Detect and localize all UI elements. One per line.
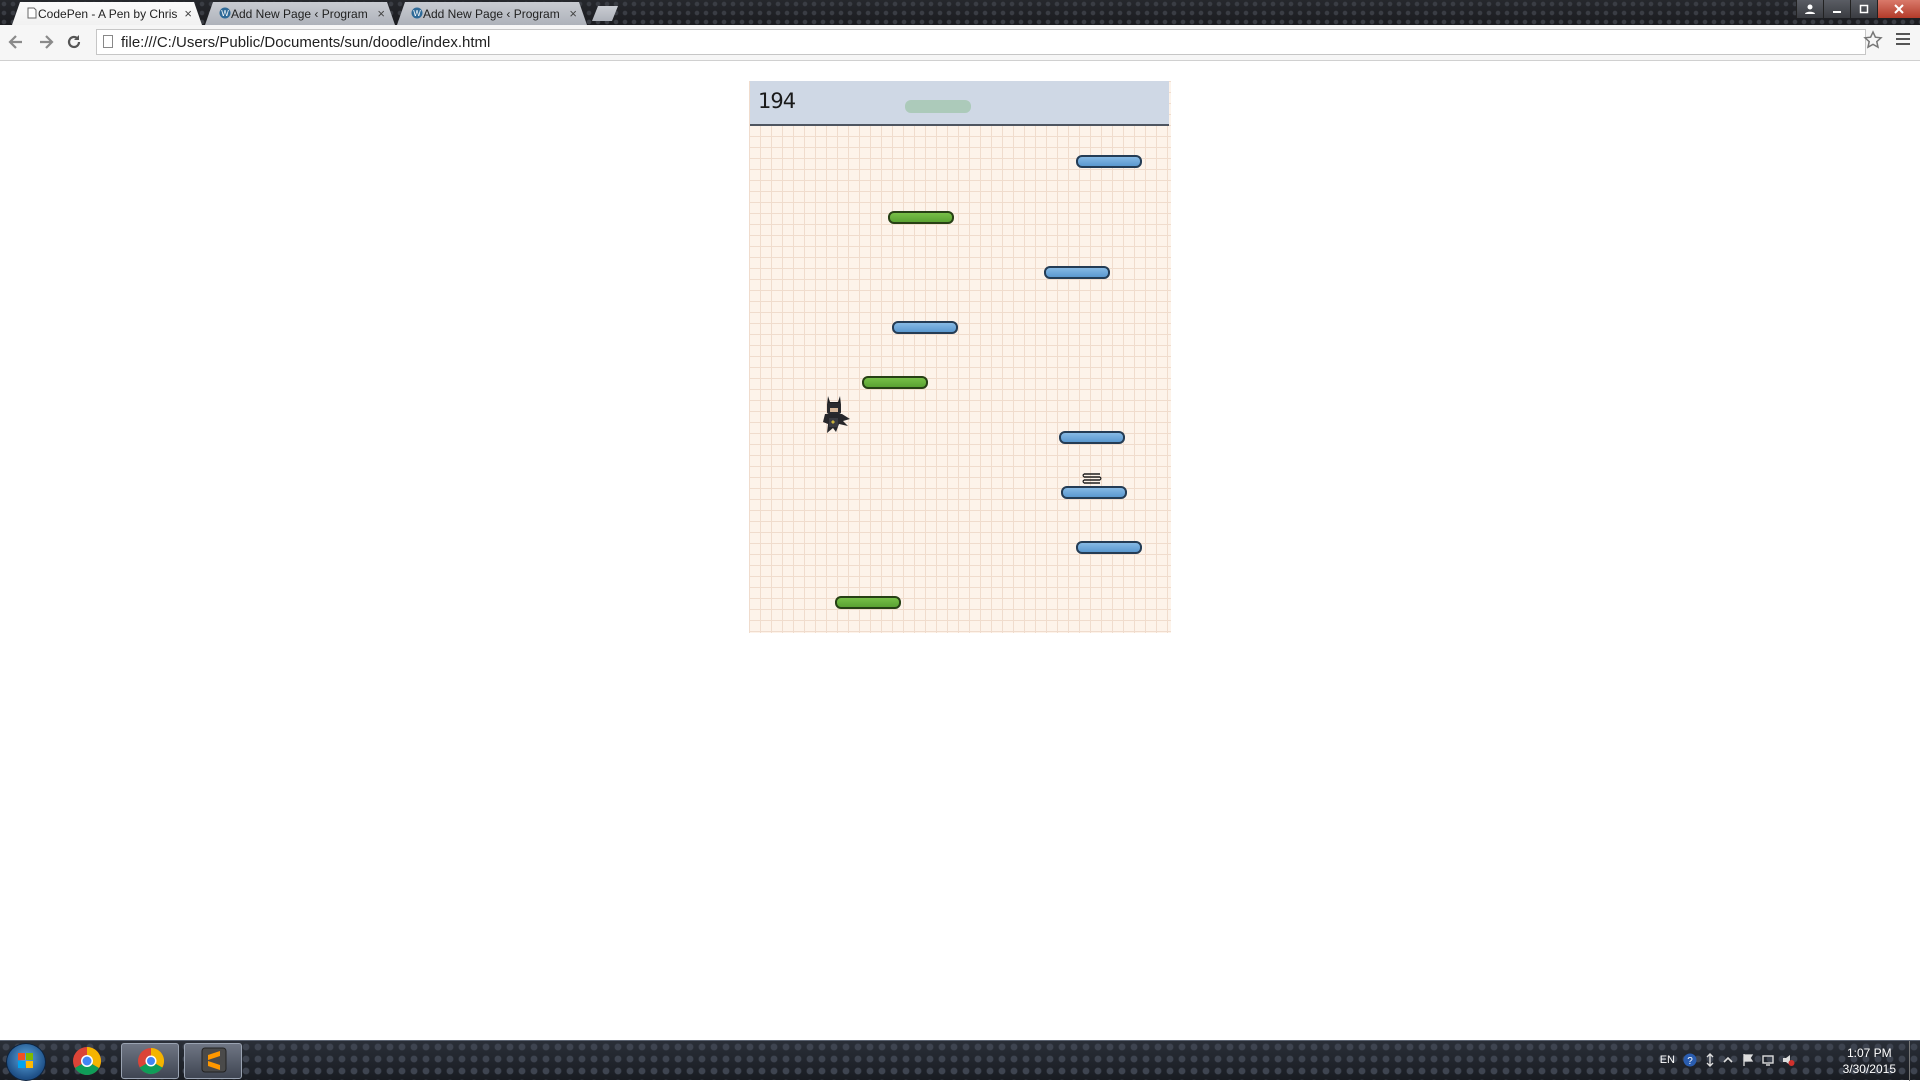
tab-close-icon[interactable]: × bbox=[569, 6, 577, 21]
action-center-flag-icon[interactable] bbox=[1741, 1053, 1755, 1067]
tab-codepen[interactable]: CodePen - A Pen by Chris × bbox=[12, 2, 202, 25]
platform bbox=[835, 596, 901, 609]
show-hidden-icons-icon[interactable] bbox=[1721, 1053, 1735, 1067]
taskbar-sublime-text[interactable] bbox=[184, 1043, 242, 1079]
moving-platform bbox=[1044, 266, 1110, 279]
tab-close-icon[interactable]: × bbox=[377, 6, 385, 21]
moving-platform bbox=[1059, 431, 1125, 444]
tab-label: Add New Page ‹ Program bbox=[423, 6, 560, 21]
page-icon bbox=[103, 35, 113, 48]
svg-text:W: W bbox=[221, 9, 229, 18]
clock-time: 1:07 PM bbox=[1846, 1046, 1892, 1060]
windows-logo-icon bbox=[18, 1053, 33, 1068]
ghost-platform bbox=[905, 100, 971, 113]
clock[interactable]: 1:07 PM 3/30/2015 bbox=[1843, 1045, 1896, 1077]
svg-text:?: ? bbox=[1687, 1056, 1693, 1067]
spring-icon bbox=[1082, 473, 1102, 484]
reload-icon[interactable] bbox=[64, 32, 84, 52]
platform bbox=[888, 211, 954, 224]
moving-platform bbox=[1076, 155, 1142, 168]
moving-platform bbox=[1076, 541, 1142, 554]
forward-arrow-icon[interactable] bbox=[36, 32, 56, 52]
volume-muted-icon[interactable] bbox=[1781, 1053, 1795, 1067]
tab-label: CodePen - A Pen by Chris bbox=[38, 6, 178, 21]
taskbar-chrome-active[interactable] bbox=[121, 1043, 179, 1079]
tab-add-new-page-2[interactable]: W Add New Page ‹ Program × bbox=[397, 2, 587, 25]
browser-toolbar: file:///C:/Users/Public/Documents/sun/do… bbox=[0, 25, 1920, 61]
address-bar[interactable]: file:///C:/Users/Public/Documents/sun/do… bbox=[96, 29, 1866, 55]
close-window-icon[interactable] bbox=[1877, 0, 1920, 18]
window-controls bbox=[1796, 0, 1920, 18]
network-icon[interactable] bbox=[1761, 1053, 1775, 1067]
start-button[interactable] bbox=[6, 1043, 46, 1081]
score-counter: 194 bbox=[758, 89, 796, 113]
network-arrows-icon[interactable] bbox=[1703, 1053, 1717, 1067]
chrome-icon bbox=[138, 1047, 165, 1075]
language-indicator[interactable]: EN bbox=[1660, 1054, 1675, 1066]
show-desktop-button[interactable] bbox=[1909, 1041, 1920, 1081]
chrome-icon bbox=[73, 1047, 101, 1075]
wordpress-icon: W bbox=[411, 7, 423, 19]
taskbar-chrome[interactable] bbox=[58, 1043, 116, 1079]
restore-icon[interactable] bbox=[1850, 0, 1877, 18]
platform bbox=[862, 376, 928, 389]
help-icon[interactable]: ? bbox=[1683, 1053, 1697, 1067]
tab-close-icon[interactable]: × bbox=[184, 6, 192, 21]
batman-player-icon bbox=[823, 396, 850, 433]
star-icon[interactable] bbox=[1863, 30, 1883, 50]
user-icon[interactable] bbox=[1796, 0, 1823, 18]
minimize-icon[interactable] bbox=[1823, 0, 1850, 18]
url-text: file:///C:/Users/Public/Documents/sun/do… bbox=[121, 34, 491, 51]
windows-taskbar: EN ? 1:07 PM 3/30/2015 bbox=[0, 1040, 1920, 1081]
clock-date: 3/30/2015 bbox=[1842, 1062, 1896, 1076]
new-tab-button[interactable] bbox=[592, 6, 618, 21]
sublime-text-icon bbox=[201, 1047, 227, 1073]
tab-label: Add New Page ‹ Program bbox=[231, 6, 368, 21]
hamburger-menu-icon[interactable] bbox=[1896, 33, 1910, 48]
system-tray: EN ? 1:07 PM 3/30/2015 bbox=[1620, 1041, 1920, 1081]
tab-add-new-page-1[interactable]: W Add New Page ‹ Program × bbox=[205, 2, 395, 25]
game-canvas[interactable]: 194 bbox=[749, 81, 1171, 633]
moving-platform bbox=[1061, 486, 1127, 499]
tab-strip: CodePen - A Pen by Chris × W Add New Pag… bbox=[0, 0, 1920, 25]
page-icon bbox=[27, 7, 37, 19]
back-arrow-icon[interactable] bbox=[6, 32, 26, 52]
wordpress-icon: W bbox=[219, 7, 231, 19]
moving-platform bbox=[892, 321, 958, 334]
svg-text:W: W bbox=[413, 9, 421, 18]
